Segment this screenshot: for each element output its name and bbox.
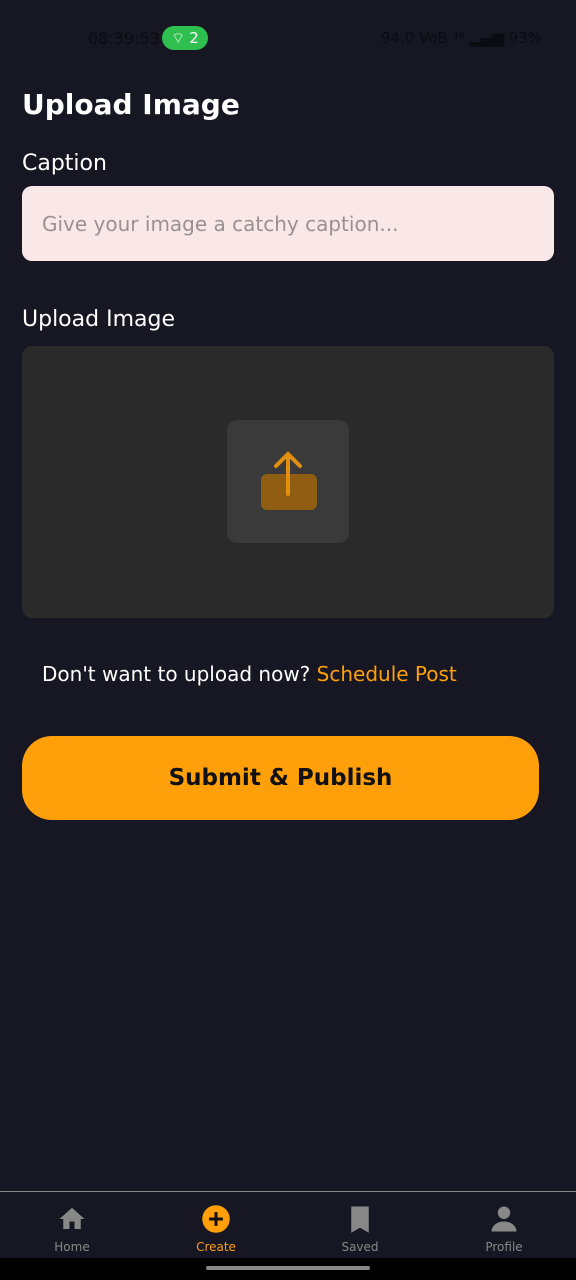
status-bar: 08:39:53 ⌔ 2 94.0 VoB ⁴⁶ ▂▄▆ 93% xyxy=(0,24,576,54)
schedule-post-link[interactable]: Schedule Post xyxy=(317,662,457,686)
nav-item-create[interactable]: Create xyxy=(144,1192,288,1258)
status-time: 08:39:53 xyxy=(88,29,160,48)
gesture-bar xyxy=(0,1258,576,1280)
bottom-nav: Home Create Saved Profile xyxy=(0,1191,576,1258)
schedule-prompt: Don't want to upload now? xyxy=(42,662,311,686)
nav-item-saved[interactable]: Saved xyxy=(288,1192,432,1258)
home-icon xyxy=(59,1207,85,1229)
upload-label: Upload Image xyxy=(22,307,175,332)
nav-item-home[interactable]: Home xyxy=(0,1192,144,1258)
hotspot-badge: ⌔ 2 xyxy=(162,26,208,50)
person-icon xyxy=(491,1206,517,1232)
nav-item-profile[interactable]: Profile xyxy=(432,1192,576,1258)
hotspot-icon: ⌔ xyxy=(171,28,186,47)
image-upload-area[interactable] xyxy=(22,346,554,618)
upload-button[interactable] xyxy=(227,420,349,543)
bookmark-icon xyxy=(351,1206,369,1233)
page-title: Upload Image xyxy=(22,88,240,121)
caption-input[interactable] xyxy=(22,186,554,261)
caption-label: Caption xyxy=(22,151,107,176)
schedule-row: Don't want to upload now? Schedule Post xyxy=(42,662,457,686)
plus-circle-icon xyxy=(202,1205,230,1233)
home-indicator[interactable] xyxy=(206,1266,370,1270)
system-indicators: 94.0 VoB ⁴⁶ ▂▄▆ 93% xyxy=(380,29,542,47)
upload-icon xyxy=(261,451,317,510)
submit-publish-button[interactable]: Submit & Publish xyxy=(22,736,539,820)
